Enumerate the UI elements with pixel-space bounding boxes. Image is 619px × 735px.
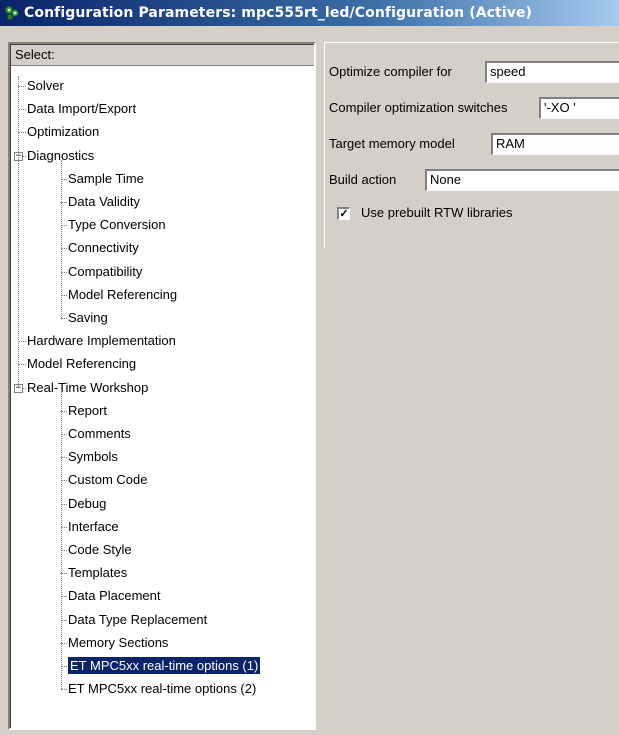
tree-item[interactable]: Sample Time xyxy=(68,169,144,189)
tree-connector-line xyxy=(18,109,26,111)
tree-item[interactable]: ET MPC5xx real-time options (1) xyxy=(66,656,262,676)
tree-item-label: Memory Sections xyxy=(68,634,169,650)
tree-item[interactable]: Data Validity xyxy=(68,192,140,212)
settings-pane: Optimize compiler for speed Compiler opt… xyxy=(324,42,619,249)
tree-item[interactable]: Type Conversion xyxy=(68,215,166,235)
tree-item[interactable]: Symbols xyxy=(68,447,118,467)
tree-item-label: Comments xyxy=(68,426,131,441)
tree-view[interactable]: Select: Solver Data Import/Export Optimiza… xyxy=(10,44,314,728)
tree-item-label: Data Placement xyxy=(68,588,161,604)
tree-item[interactable]: Optimization xyxy=(27,122,99,142)
simulink-config-icon xyxy=(5,6,19,20)
tree-item[interactable]: Saving xyxy=(68,308,108,328)
tree-item-label: Code Style xyxy=(68,542,132,557)
tree-connector-line xyxy=(18,86,26,87)
tree-connector-line xyxy=(18,341,26,343)
tree-item-label: Templates xyxy=(68,565,128,581)
tree-item-label: Model Referencing xyxy=(27,356,137,372)
tree-item-label: Symbols xyxy=(68,449,118,465)
tree-item[interactable]: Model Referencing xyxy=(68,285,177,305)
tree-pane: Select: Solver Data Import/Export Optimiza… xyxy=(8,42,316,730)
optimize-compiler-label: Optimize compiler for xyxy=(329,64,452,79)
tree-item[interactable]: Hardware Implementation xyxy=(27,331,176,351)
tree-item[interactable]: Report xyxy=(68,401,107,421)
tree-root-line xyxy=(18,76,19,388)
memory-model-select[interactable]: RAM xyxy=(491,133,619,155)
tree-item-label: Solver xyxy=(27,78,64,93)
tree-item-label: Optimization xyxy=(27,124,100,140)
tree-item-label: Type Conversion xyxy=(68,217,166,233)
tree-item[interactable]: Custom Code xyxy=(68,470,147,490)
compiler-switches-input[interactable]: '-XO ' xyxy=(539,97,619,119)
tree-item[interactable]: Real-Time Workshop xyxy=(27,378,148,398)
optimize-compiler-select[interactable]: speed xyxy=(485,61,619,83)
tree-item-label: Custom Code xyxy=(68,472,148,488)
tree-item-label: Model Referencing xyxy=(68,286,178,302)
tree-item[interactable]: Comments xyxy=(68,424,131,444)
tree-connector-line xyxy=(18,132,26,134)
tree-item[interactable]: Memory Sections xyxy=(68,633,168,653)
tree-item[interactable]: Data Import/Export xyxy=(27,99,136,119)
tree-item-label: Report xyxy=(68,402,108,418)
tree-item-label: ET MPC5xx real-time options (1) xyxy=(66,656,262,675)
tree-item[interactable]: Model Referencing xyxy=(27,354,136,374)
tree-item-label: Saving xyxy=(68,310,108,325)
tree-item[interactable]: Debug xyxy=(68,494,106,514)
tree-item-label: Data Type Replacement xyxy=(68,611,208,627)
title-bar[interactable]: Configuration Parameters: mpc555rt_led/C… xyxy=(0,0,619,26)
tree-item-label: Data Validity xyxy=(68,194,141,209)
tree-item-label: Data Import/Export xyxy=(27,101,137,117)
tree-item[interactable]: Data Type Replacement xyxy=(68,610,207,630)
tree-item[interactable]: ET MPC5xx real-time options (2) xyxy=(68,679,256,699)
tree-item-label: Connectivity xyxy=(68,240,139,256)
window-title: Configuration Parameters: mpc555rt_led/C… xyxy=(24,5,533,21)
tree-item-label: Real-Time Workshop xyxy=(27,379,149,395)
tree-item-label: Debug xyxy=(68,495,107,511)
tree-branch-line xyxy=(61,159,62,318)
tree-connector-line xyxy=(61,318,67,319)
prebuilt-libs-label: Use prebuilt RTW libraries xyxy=(361,205,513,220)
build-action-select[interactable]: None xyxy=(425,169,619,191)
tree-item-label: Interface xyxy=(68,518,119,534)
tree-item[interactable]: Compatibility xyxy=(68,262,142,282)
tree-connector-line xyxy=(61,689,67,691)
build-action-label: Build action xyxy=(329,172,397,187)
tree-branch-line xyxy=(61,391,62,690)
tree-item[interactable]: Interface xyxy=(68,517,119,537)
tree-item[interactable]: Templates xyxy=(68,563,127,583)
tree-item-label: Hardware Implementation xyxy=(27,333,176,349)
checkmark-icon: ✓ xyxy=(339,208,349,220)
tree-item-label: ET MPC5xx real-time options (2) xyxy=(68,681,257,697)
memory-model-label: Target memory model xyxy=(329,136,455,151)
tree-item-label: Sample Time xyxy=(68,170,144,186)
prebuilt-libs-checkbox[interactable]: ✓ xyxy=(337,207,350,220)
tree-header: Select: xyxy=(11,45,314,66)
tree-item[interactable]: Data Placement xyxy=(68,586,161,606)
tree-item-label: Compatibility xyxy=(68,263,143,279)
compiler-switches-label: Compiler optimization switches xyxy=(329,100,508,115)
tree-item[interactable]: Solver xyxy=(27,76,64,96)
settings-pane-empty-area xyxy=(324,248,619,735)
tree-item[interactable]: Connectivity xyxy=(68,238,139,258)
tree-connector-line xyxy=(18,364,26,366)
tree-item[interactable]: Code Style xyxy=(68,540,132,560)
